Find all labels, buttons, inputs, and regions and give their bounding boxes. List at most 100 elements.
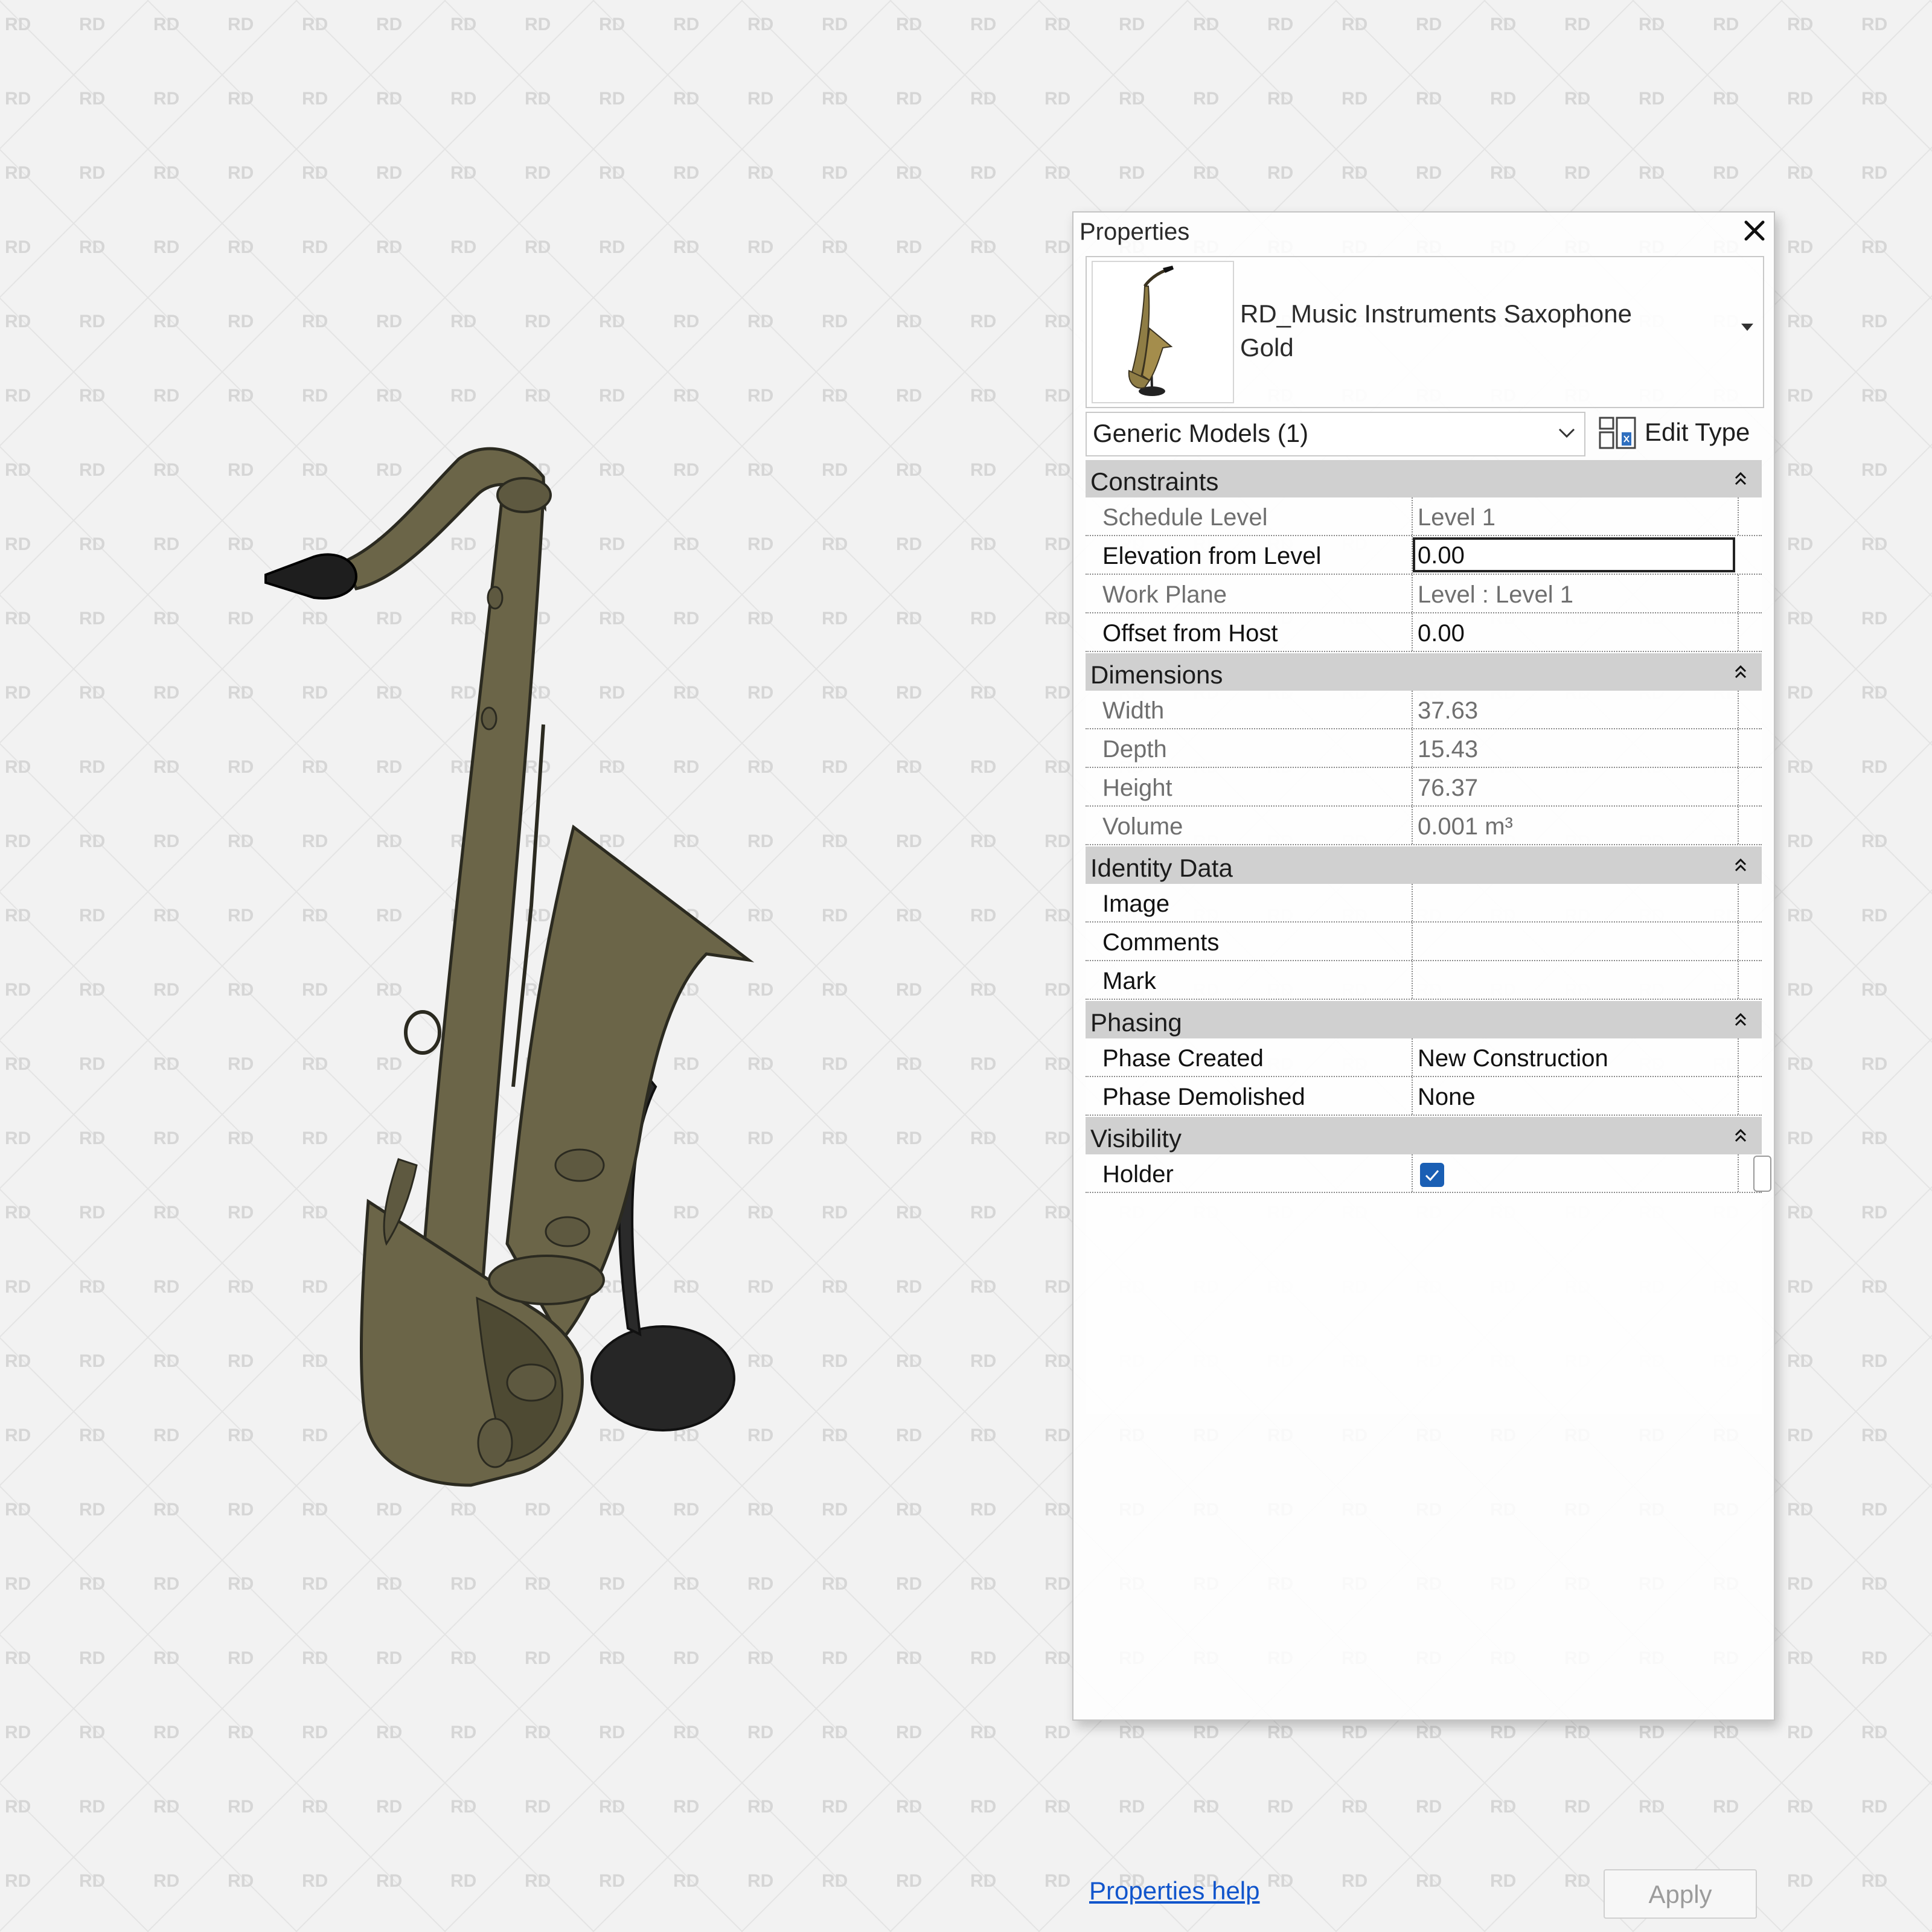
property-name: Volume (1102, 813, 1183, 840)
mouthpiece (264, 553, 358, 600)
phase-created-field[interactable]: New Construction (1413, 1038, 1739, 1076)
property-value[interactable]: New Construction (1418, 1045, 1608, 1072)
watermark-text: RD (1267, 14, 1293, 34)
watermark-text: RD (1639, 1722, 1665, 1742)
watermark-text: RD (1787, 534, 1813, 554)
holder-checkbox[interactable] (1420, 1163, 1444, 1187)
properties-grid: Constraints Schedule Level Level 1 Eleva… (1086, 460, 1771, 1414)
watermark-text: RD (1861, 980, 1887, 1000)
watermark-text: RD (1861, 757, 1887, 777)
collapse-icon[interactable] (1733, 663, 1748, 681)
edit-type-button[interactable]: Edit Type (1598, 412, 1762, 454)
watermark-text: RD (1787, 14, 1813, 34)
collapse-icon[interactable] (1733, 1127, 1748, 1145)
group-header-visibility[interactable]: Visibility (1086, 1117, 1762, 1154)
watermark-text: RD (1861, 1797, 1887, 1817)
watermark-text: RD (1787, 312, 1813, 331)
collapse-icon[interactable] (1733, 856, 1748, 874)
property-value[interactable]: 0.00 (1418, 620, 1465, 647)
watermark-text: RD (1193, 89, 1219, 109)
watermark-text: RD (1713, 1797, 1739, 1817)
saxophone-3d-model[interactable] (0, 0, 1063, 1932)
property-name: Elevation from Level (1102, 543, 1322, 569)
image-field[interactable] (1413, 884, 1739, 921)
watermark-text: RD (1861, 683, 1887, 703)
watermark-text: RD (1787, 1797, 1813, 1817)
type-name-line1: RD_Music Instruments Saxophone (1240, 299, 1632, 328)
property-value: 0.001 m³ (1418, 813, 1513, 840)
property-row-work-plane: Work Plane Level : Level 1 (1086, 575, 1762, 613)
group-header-constraints[interactable]: Constraints (1086, 460, 1762, 497)
mark-field[interactable] (1413, 961, 1739, 999)
watermark-text: RD (1861, 460, 1887, 480)
watermark-text: RD (1787, 1425, 1813, 1445)
watermark-text: RD (1564, 89, 1590, 109)
property-row-height: Height 76.37 (1086, 768, 1762, 807)
property-row-comments: Comments (1086, 923, 1762, 961)
watermark-text: RD (1861, 831, 1887, 851)
watermark-text: RD (1787, 1128, 1813, 1148)
properties-help-link[interactable]: Properties help (1089, 1876, 1260, 1905)
filter-selected-value: Generic Models (1) (1093, 419, 1309, 447)
type-selector[interactable]: RD_Music Instruments Saxophone Gold (1086, 256, 1764, 408)
watermark-text: RD (1787, 683, 1813, 703)
watermark-text: RD (1861, 1128, 1887, 1148)
watermark-text: RD (1342, 89, 1367, 109)
watermark-text: RD (1342, 163, 1367, 183)
watermark-text: RD (1119, 163, 1145, 183)
watermark-text: RD (1564, 1722, 1590, 1742)
offset-from-host-field[interactable]: 0.00 (1413, 613, 1739, 651)
property-name: Height (1102, 775, 1172, 801)
watermark-text: RD (1564, 1797, 1590, 1817)
watermark-text: RD (1193, 14, 1219, 34)
watermark-text: RD (1490, 14, 1516, 34)
property-value[interactable]: 0.00 (1418, 542, 1465, 569)
scrollbar[interactable] (1753, 1156, 1771, 1192)
bow-key (506, 1363, 557, 1402)
property-name: Schedule Level (1102, 504, 1268, 531)
group-header-phasing[interactable]: Phasing (1086, 1001, 1762, 1038)
element-filter-dropdown[interactable]: Generic Models (1) (1086, 412, 1585, 456)
watermark-text: RD (1119, 1797, 1145, 1817)
watermark-text: RD (1861, 14, 1887, 34)
watermark-text: RD (1861, 534, 1887, 554)
watermark-text: RD (1267, 1797, 1293, 1817)
key-pad (487, 586, 504, 610)
watermark-text: RD (1787, 163, 1813, 183)
property-name: Holder (1102, 1161, 1174, 1188)
thumb-ring (404, 1010, 441, 1055)
watermark-text: RD (1787, 1871, 1813, 1891)
watermark-text: RD (1861, 1722, 1887, 1742)
watermark-text: RD (1490, 163, 1516, 183)
close-icon[interactable] (1741, 217, 1768, 244)
neck-tip (496, 477, 552, 513)
group-header-identity-data[interactable]: Identity Data (1086, 846, 1762, 884)
property-value: Level 1 (1418, 504, 1495, 531)
watermark-text: RD (1787, 757, 1813, 777)
watermark-text: RD (1861, 1574, 1887, 1594)
collapse-icon[interactable] (1733, 470, 1748, 488)
property-name: Phase Demolished (1102, 1084, 1305, 1110)
body-ring (488, 1255, 605, 1305)
phase-demolished-field[interactable]: None (1413, 1077, 1739, 1115)
watermark-text: RD (1861, 312, 1887, 331)
group-label: Identity Data (1090, 854, 1233, 882)
watermark-text: RD (1416, 14, 1442, 34)
watermark-text: RD (1861, 1425, 1887, 1445)
chevron-down-icon (1558, 428, 1575, 438)
dropdown-arrow-icon[interactable] (1740, 322, 1754, 332)
palette-title-bar[interactable]: Properties (1073, 213, 1774, 252)
watermark-text: RD (1787, 609, 1813, 629)
apply-label: Apply (1648, 1880, 1712, 1908)
watermark-text: RD (1193, 1722, 1219, 1742)
watermark-text: RD (1564, 163, 1590, 183)
property-value[interactable]: None (1418, 1084, 1476, 1111)
apply-button[interactable]: Apply (1604, 1869, 1757, 1919)
watermark-text: RD (1416, 163, 1442, 183)
group-label: Constraints (1090, 467, 1219, 496)
watermark-text: RD (1193, 1797, 1219, 1817)
comments-field[interactable] (1413, 923, 1739, 960)
group-header-dimensions[interactable]: Dimensions (1086, 653, 1762, 691)
collapse-icon[interactable] (1733, 1011, 1748, 1029)
elevation-from-level-input[interactable]: 0.00 (1413, 537, 1735, 572)
